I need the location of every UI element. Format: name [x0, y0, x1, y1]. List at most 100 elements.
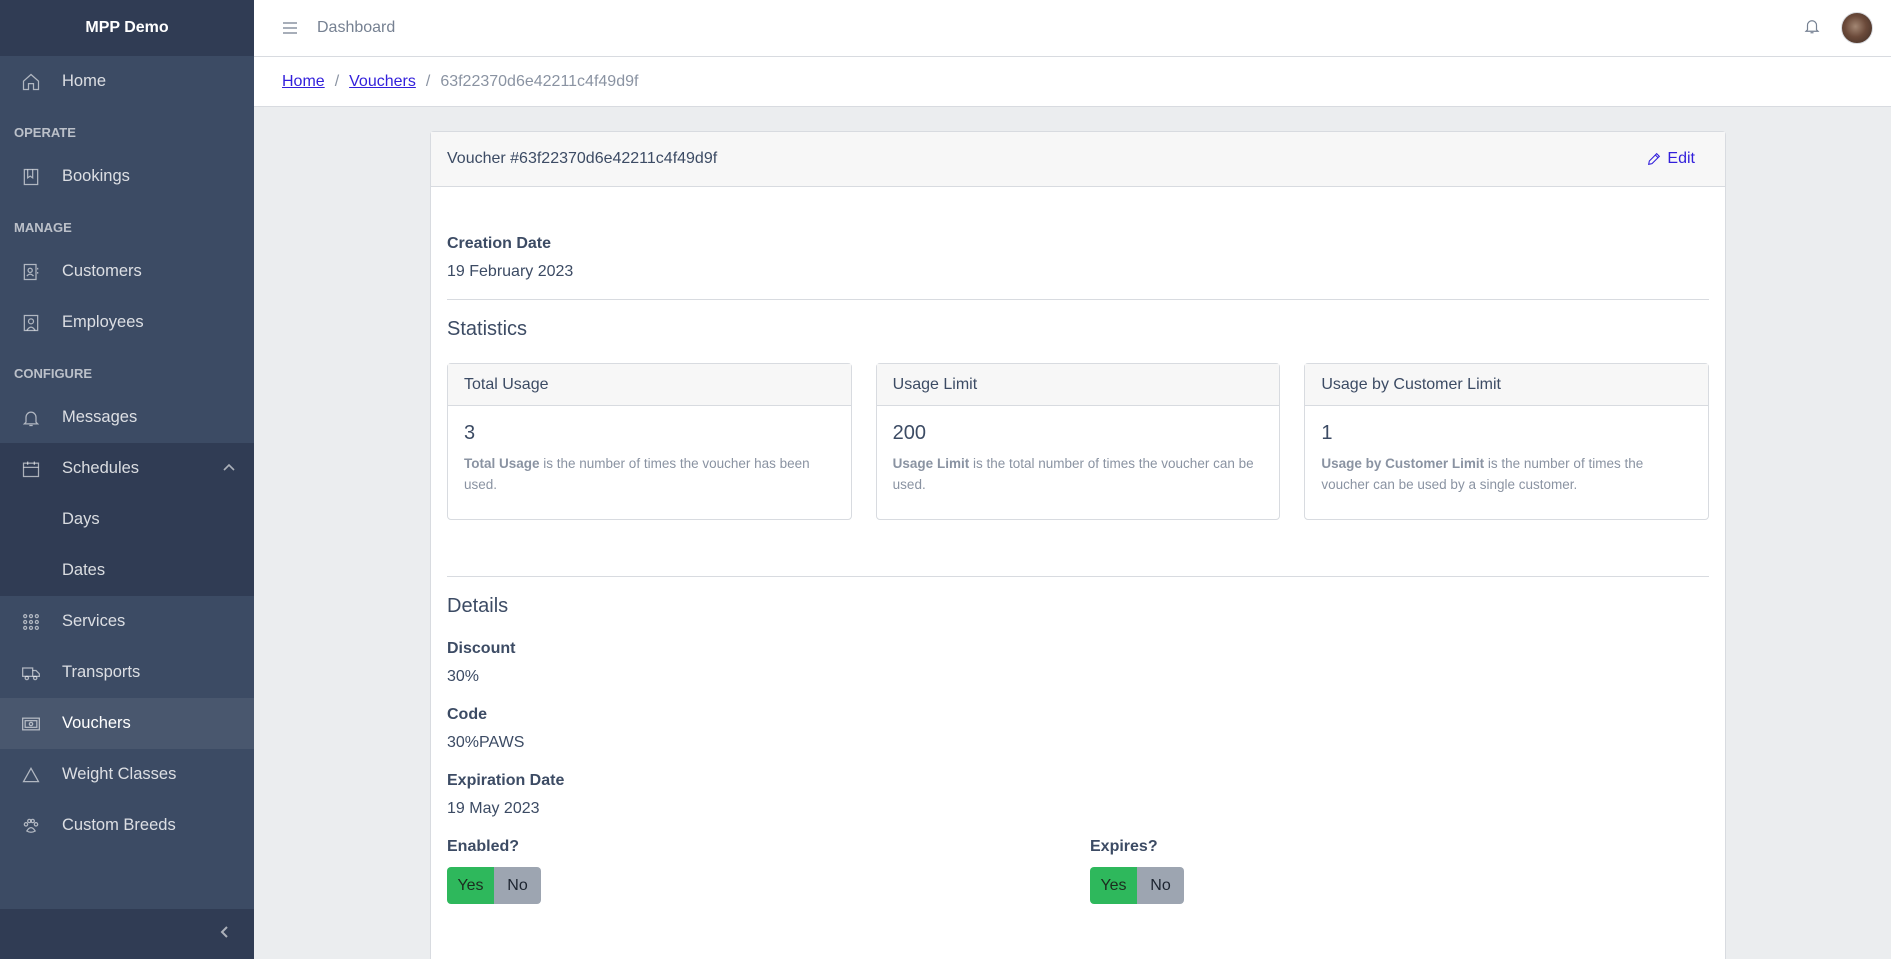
sidebar-item-services[interactable]: Services [0, 596, 254, 647]
creation-date-label: Creation Date [447, 235, 552, 252]
sidebar-item-label: Home [62, 72, 107, 90]
statistics-title: Statistics [447, 318, 528, 340]
discount-value: 30% [447, 668, 480, 685]
bell-icon [20, 407, 42, 429]
nav-section-configure: CONFIGURE [14, 366, 92, 381]
sidebar-item-label: Days [62, 510, 100, 528]
sidebar-item-customers[interactable]: Customers [0, 246, 254, 297]
header-title[interactable]: Dashboard [317, 19, 395, 37]
divider [447, 576, 1709, 577]
breadcrumb: Home / Vouchers / 63f22370d6e42211c4f49d… [254, 57, 1891, 107]
sidebar-item-days[interactable]: Days [0, 494, 254, 545]
nav-section-operate: OPERATE [14, 125, 76, 140]
expiration-date-label: Expiration Date [447, 772, 565, 789]
sidebar-item-label: Schedules [62, 459, 140, 477]
expires-no-button[interactable]: No [1137, 867, 1184, 904]
nav-section-manage: MANAGE [14, 220, 72, 235]
sidebar-nav: Home OPERATE Bookings MANAGE Customers E… [0, 56, 254, 909]
stat-header: Usage Limit [876, 364, 1280, 406]
paw-icon [20, 815, 42, 837]
triangle-icon [20, 764, 42, 786]
stat-value: 1 [1321, 422, 1333, 444]
stat-description: Usage by Customer Limit is the number of… [1321, 456, 1644, 492]
sidebar-item-schedules[interactable]: Schedules [0, 443, 254, 494]
enabled-yes-button[interactable]: Yes [447, 867, 494, 904]
book-icon [20, 166, 42, 188]
details-title: Details [447, 595, 509, 617]
sidebar-item-label: Bookings [62, 167, 130, 185]
top-header: Dashboard [254, 0, 1891, 57]
sidebar-item-dates[interactable]: Dates [0, 545, 254, 596]
expires-field: Expires? Yes No [1090, 838, 1184, 904]
expires-toggle: Yes No [1090, 867, 1184, 904]
expires-yes-button[interactable]: Yes [1090, 867, 1137, 904]
pencil-icon [1648, 152, 1661, 166]
statistics-cards: Total Usage 3 Total Usage is the number … [447, 363, 1710, 520]
code-label: Code [447, 706, 487, 723]
stat-card-usage-by-customer-limit: Usage by Customer Limit 1 Usage by Custo… [1304, 363, 1710, 520]
discount-label: Discount [447, 640, 516, 657]
sidebar-item-employees[interactable]: Employees [0, 297, 254, 348]
sidebar-item-label: Employees [62, 313, 144, 331]
notification-bell-icon[interactable] [1803, 17, 1821, 40]
sidebar-item-home[interactable]: Home [0, 56, 254, 107]
menu-icon[interactable] [278, 16, 302, 40]
edit-button[interactable]: Edit [1646, 150, 1695, 168]
breadcrumb-separator: / [425, 72, 431, 90]
expires-label: Expires? [1090, 838, 1158, 855]
chevron-left-icon [218, 925, 232, 944]
sidebar-item-label: Weight Classes [62, 765, 177, 783]
stat-value: 3 [464, 422, 476, 444]
sidebar-group-schedules: Schedules Days Dates [0, 443, 254, 596]
stat-value: 200 [892, 422, 927, 444]
sidebar-item-label: Messages [62, 408, 138, 426]
brand-title[interactable]: MPP Demo [0, 0, 254, 56]
breadcrumb-home-link[interactable]: Home [282, 73, 325, 91]
enabled-field: Enabled? Yes No [447, 838, 1090, 904]
breadcrumb-vouchers-link[interactable]: Vouchers [349, 73, 416, 91]
header-actions [1803, 12, 1873, 44]
enabled-toggle: Yes No [447, 867, 541, 904]
home-icon [20, 71, 42, 93]
code-value: 30%PAWS [447, 734, 525, 751]
sidebar-item-label: Transports [62, 663, 141, 681]
chevron-up-icon[interactable] [222, 461, 236, 475]
voucher-card-body: Creation Date 19 February 2023 Statistic… [431, 235, 1725, 904]
sidebar-item-label: Services [62, 612, 126, 630]
sidebar-item-label: Dates [62, 561, 106, 579]
sidebar-item-custom-breeds[interactable]: Custom Breeds [0, 800, 254, 851]
sidebar-item-bookings[interactable]: Bookings [0, 151, 254, 202]
divider [447, 299, 1709, 300]
edit-label: Edit [1667, 150, 1695, 167]
sidebar-item-label: Vouchers [62, 714, 131, 732]
toggle-row: Enabled? Yes No Expires? Yes No [447, 838, 1709, 904]
stat-description: Usage Limit is the total number of times… [892, 456, 1254, 492]
voucher-title: Voucher #63f22370d6e42211c4f49d9f [447, 150, 718, 167]
sidebar-item-label: Custom Breeds [62, 816, 176, 834]
sidebar-item-weight-classes[interactable]: Weight Classes [0, 749, 254, 800]
calendar-icon [20, 458, 42, 480]
sidebar-toggler[interactable] [0, 909, 254, 959]
employee-icon [20, 312, 42, 334]
avatar[interactable] [1841, 12, 1873, 44]
grid-dots-icon [20, 611, 42, 633]
breadcrumb-separator: / [334, 72, 340, 90]
enabled-label: Enabled? [447, 838, 520, 855]
creation-date-value: 19 February 2023 [447, 263, 574, 280]
sidebar-item-vouchers[interactable]: Vouchers [0, 698, 254, 749]
contacts-icon [20, 261, 42, 283]
sidebar: MPP Demo Home OPERATE Bookings MANAGE Cu… [0, 0, 254, 959]
sidebar-item-messages[interactable]: Messages [0, 392, 254, 443]
expiration-date-value: 19 May 2023 [447, 800, 540, 817]
stat-header: Total Usage [448, 364, 851, 406]
voucher-icon [20, 713, 42, 735]
voucher-card: Voucher #63f22370d6e42211c4f49d9f Edit C… [430, 131, 1726, 959]
sidebar-item-label: Customers [62, 262, 142, 280]
stat-header: Usage by Customer Limit [1305, 364, 1709, 406]
voucher-card-header: Voucher #63f22370d6e42211c4f49d9f Edit [431, 132, 1725, 187]
truck-icon [20, 662, 42, 684]
stat-card-total-usage: Total Usage 3 Total Usage is the number … [447, 363, 852, 520]
breadcrumb-current: 63f22370d6e42211c4f49d9f [440, 72, 639, 90]
sidebar-item-transports[interactable]: Transports [0, 647, 254, 698]
enabled-no-button[interactable]: No [494, 867, 541, 904]
